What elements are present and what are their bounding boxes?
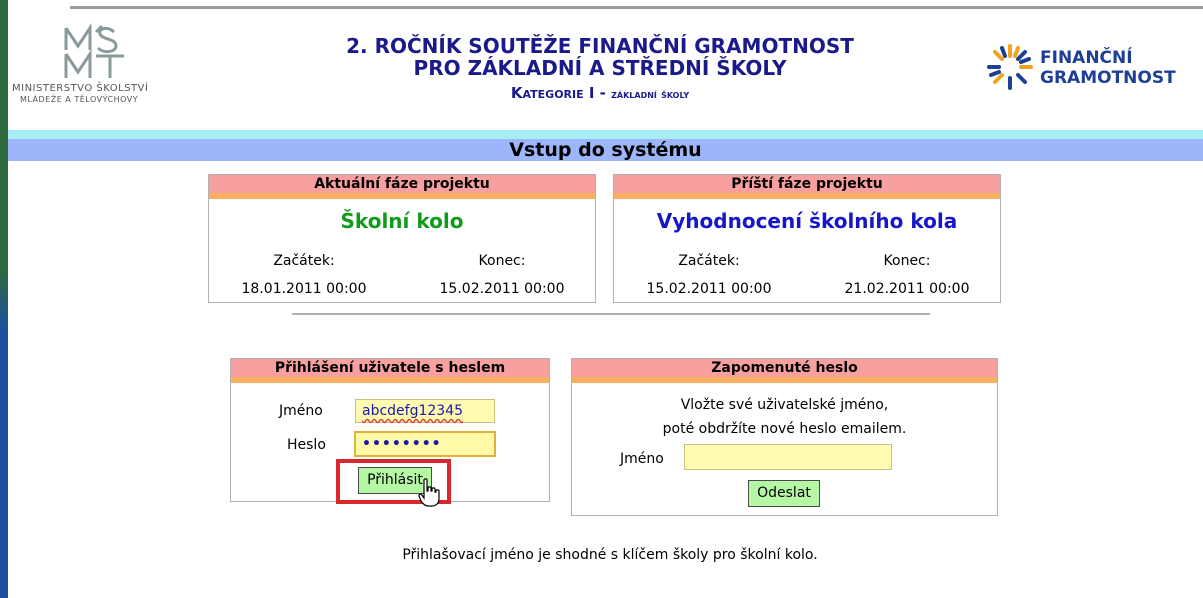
forgot-instruction-line2: poté obdržíte nové heslo emailem.: [662, 421, 907, 437]
category-dash: -: [594, 84, 612, 102]
fg-logo-text: FINANČNÍ GRAMOTNOST: [1040, 48, 1176, 88]
forgot-instruction-line1: Vložte své uživatelské jméno,: [680, 397, 889, 413]
password-value: ••••••••: [362, 436, 442, 452]
financni-gramotnost-logo: FINANČNÍ GRAMOTNOST: [985, 40, 1203, 100]
title-line-1: 2. ROČNÍK SOUTĚŽE FINANČNÍ GRAMOTNOST: [346, 34, 854, 58]
banner-title: Vstup do systému: [509, 139, 702, 161]
current-phase-start-value: 18.01.2011 00:00: [241, 281, 367, 297]
next-phase-heading: Příští fáze projektu: [614, 175, 1000, 199]
forgot-heading: Zapomenuté heslo: [572, 359, 997, 383]
current-phase-end-value: 15.02.2011 00:00: [439, 281, 565, 297]
current-phase-end-label: Konec:: [478, 253, 526, 269]
title-line-2: PRO ZÁKLADNÍ A STŘEDNÍ ŠKOLY: [413, 56, 787, 80]
footer-note: Přihlašovací jméno je shodné s klíčem šk…: [402, 547, 818, 563]
next-phase-panel: Příští fáze projektu Vyhodnocení školníh…: [613, 174, 1001, 303]
section-banner: Vstup do systému: [8, 139, 1203, 161]
current-phase-name: Školní kolo: [340, 209, 464, 233]
next-phase-start-label: Začátek:: [678, 253, 740, 269]
login-heading: Přihlášení uživatele s heslem: [231, 359, 549, 383]
username-input[interactable]: abcdefg12345: [355, 399, 495, 423]
forgot-username-label: Jméno: [620, 451, 664, 467]
next-phase-end-label: Konec:: [883, 253, 931, 269]
left-edge-bar: [0, 0, 8, 598]
current-phase-panel: Aktuální fáze projektu Školní kolo Začát…: [208, 174, 596, 303]
msmt-logo-line2: MLÁDEŽE A TĚLOVÝCHOVY: [20, 95, 139, 104]
send-button[interactable]: Odeslat: [748, 480, 820, 507]
password-input[interactable]: ••••••••: [354, 431, 496, 457]
current-phase-heading: Aktuální fáze projektu: [209, 175, 595, 199]
username-label: Jméno: [279, 403, 323, 419]
section-divider: [292, 313, 930, 315]
next-phase-start-value: 15.02.2011 00:00: [646, 281, 772, 297]
password-label: Heslo: [287, 437, 326, 453]
fg-logo-line1: FINANČNÍ: [1040, 48, 1133, 68]
top-rule: [70, 6, 1203, 9]
fg-logo-line2: GRAMOTNOST: [1040, 68, 1176, 88]
hand-pointer-cursor-icon: [418, 478, 440, 507]
next-phase-end-value: 21.02.2011 00:00: [844, 281, 970, 297]
msmt-logo-line1: MINISTERSTVO ŠKOLSTVÍ: [12, 83, 149, 94]
category-small: základní školy: [611, 87, 690, 101]
category-big: Kategorie I: [510, 84, 595, 102]
username-value: abcdefg12345: [362, 403, 464, 419]
page-title: 2. ROČNÍK SOUTĚŽE FINANČNÍ GRAMOTNOST PR…: [270, 35, 930, 106]
forgot-password-panel: Zapomenuté heslo Vložte své uživatelské …: [571, 358, 998, 516]
next-phase-name: Vyhodnocení školního kola: [656, 209, 958, 233]
current-phase-start-label: Začátek:: [273, 253, 335, 269]
financni-gramotnost-star-icon: [987, 44, 1033, 90]
forgot-username-input[interactable]: [684, 444, 892, 470]
category-title: Kategorie I - základní školy: [270, 81, 930, 106]
msmt-logo-icon: [64, 23, 124, 78]
msmt-logo: MINISTERSTVO ŠKOLSTVÍ MLÁDEŽE A TĚLOVÝCH…: [12, 22, 202, 118]
